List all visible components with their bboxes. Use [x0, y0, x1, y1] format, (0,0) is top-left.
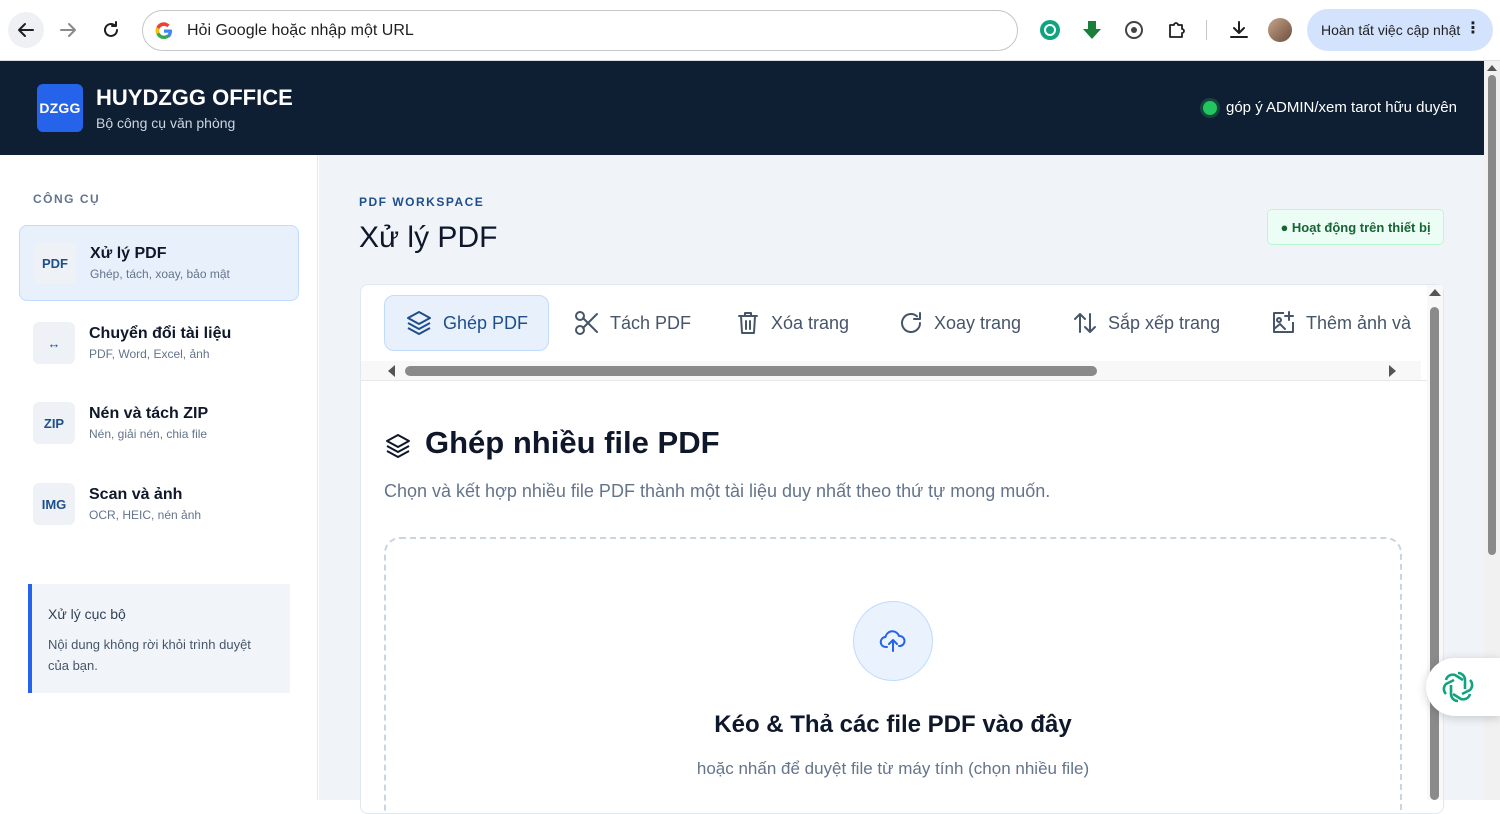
sidebar-item-desc: PDF, Word, Excel, ảnh [89, 347, 210, 361]
rotate-icon [901, 312, 921, 333]
scrollbar-thumb[interactable] [1430, 307, 1439, 800]
toolbar-divider [1206, 20, 1207, 40]
profile-avatar[interactable] [1268, 18, 1292, 42]
arrow-left-icon [18, 23, 34, 37]
layers-icon [386, 434, 410, 458]
scrollbar-thumb[interactable] [405, 366, 1097, 376]
tab-rotate-pages[interactable]: Xoay trang [898, 295, 1021, 351]
tab-split-pdf[interactable]: Tách PDF [574, 295, 691, 351]
page-eyebrow: PDF WORKSPACE [359, 195, 485, 209]
tab-delete-pages[interactable]: Xóa trang [735, 295, 849, 351]
pdf-dropzone[interactable]: Kéo & Thả các file PDF vào đây hoặc nhấn… [384, 537, 1402, 813]
openai-icon [1442, 671, 1474, 703]
reload-button[interactable] [93, 12, 129, 48]
scroll-up-icon[interactable] [1429, 289, 1441, 296]
update-button-label: Hoàn tất việc cập nhật [1321, 22, 1461, 38]
section-description: Chọn và kết hợp nhiều file PDF thành một… [384, 481, 1051, 501]
local-processing-note: Xử lý cục bộ Nội dung không rời khỏi trì… [28, 584, 290, 693]
scroll-up-icon[interactable] [1487, 65, 1497, 71]
app-subtitle: Bộ công cụ văn phòng [96, 115, 236, 131]
back-button[interactable] [8, 12, 44, 48]
openai-extension-icon[interactable] [1120, 16, 1148, 44]
trash-icon [738, 312, 758, 334]
status-dot-icon [1203, 101, 1217, 115]
app-title: HUYDZGG OFFICE [96, 85, 293, 110]
sidebar-heading: CÔNG CỤ [33, 192, 101, 206]
sidebar-item-zip[interactable]: ZIP Nén và tách ZIP Nén, giải nén, chia … [19, 386, 299, 462]
cloud-upload-icon [879, 630, 906, 652]
convert-arrows-icon: ↔ [33, 322, 75, 364]
upload-button[interactable] [853, 601, 933, 681]
floating-chatgpt-button[interactable] [1426, 658, 1500, 716]
sidebar-item-desc: Nén, giải nén, chia file [89, 427, 208, 441]
scroll-right-icon[interactable] [1389, 365, 1396, 377]
forward-button[interactable] [50, 12, 86, 48]
main-content: PDF WORKSPACE Xử lý PDF ● Hoạt động trên… [319, 155, 1484, 814]
sidebar: CÔNG CỤ PDF Xử lý PDF Ghép, tách, xoay, … [0, 155, 318, 800]
sidebar-item-title: Scan và ảnh [89, 486, 183, 503]
tab-label: Tách PDF [610, 312, 692, 333]
tab-label: Xoay trang [934, 312, 1022, 333]
note-body: Nội dung không rời khỏi trình duyệt của … [48, 637, 251, 673]
zip-badge-icon: ZIP [33, 402, 75, 444]
arrow-right-icon [60, 23, 76, 37]
note-title: Xử lý cục bộ [48, 606, 126, 622]
dropzone-title: Kéo & Thả các file PDF vào đây [714, 711, 1072, 738]
scissors-icon [575, 311, 598, 335]
chatgpt-extension-icon[interactable] [1036, 16, 1064, 44]
puzzle-extensions-icon[interactable] [1163, 16, 1191, 44]
pdf-tool-card: Ghép PDF Tách PDF Xóa trang Xoay trang S… [360, 284, 1444, 814]
sidebar-item-title: Nén và tách ZIP [89, 405, 209, 422]
tab-add-image[interactable]: Thêm ảnh và [1270, 295, 1411, 351]
sidebar-item-pdf[interactable]: PDF Xử lý PDF Ghép, tách, xoay, bảo mật [19, 225, 299, 301]
sidebar-item-desc: OCR, HEIC, nén ảnh [89, 508, 202, 522]
tab-label: Sắp xếp trang [1108, 312, 1221, 333]
download-green-extension-icon[interactable] [1078, 16, 1106, 44]
image-plus-icon [1273, 311, 1294, 333]
page-title: Xử lý PDF [359, 221, 498, 254]
dropzone-subtitle: hoặc nhấn để duyệt file từ máy tính (chọ… [696, 759, 1090, 778]
sort-arrows-icon [1074, 313, 1096, 333]
tool-tabs: Ghép PDF Tách PDF Xóa trang Xoay trang S… [361, 285, 1429, 381]
reload-icon [104, 21, 118, 37]
scrollbar-thumb[interactable] [1488, 75, 1496, 555]
sidebar-item-desc: Ghép, tách, xoay, bảo mật [90, 267, 230, 281]
sidebar-item-title: Chuyển đổi tài liệu [89, 325, 232, 342]
update-button[interactable]: Hoàn tất việc cập nhật ⋮ [1307, 9, 1493, 51]
status-badge: ● Hoạt động trên thiết bị [1267, 209, 1444, 245]
tab-merge-pdf[interactable]: Ghép PDF [384, 295, 550, 351]
app-header: DZGG HUYDZGG OFFICE Bộ công cụ văn phòng… [0, 61, 1484, 155]
feedback-link[interactable]: góp ý ADMIN/xem tarot hữu duyên [1226, 99, 1457, 116]
card-vertical-scrollbar[interactable] [1427, 285, 1443, 800]
address-bar-text: Hỏi Google hoặc nhập một URL [187, 22, 414, 39]
google-icon [155, 22, 172, 40]
address-bar[interactable]: Hỏi Google hoặc nhập một URL [142, 10, 1018, 51]
tab-label: Thêm ảnh và [1306, 312, 1412, 333]
sidebar-item-convert[interactable]: ↔ Chuyển đổi tài liệu PDF, Word, Excel, … [19, 306, 299, 382]
pdf-badge-icon: PDF [34, 242, 76, 284]
sidebar-item-scan[interactable]: IMG Scan và ảnh OCR, HEIC, nén ảnh [19, 467, 299, 543]
downloads-icon[interactable] [1225, 16, 1253, 44]
browser-toolbar: Hỏi Google hoặc nhập một URL Hoàn tất vi… [0, 0, 1500, 61]
tabs-horizontal-scrollbar[interactable] [361, 361, 1421, 380]
section-title: Ghép nhiều file PDF [425, 425, 720, 460]
sidebar-item-title: Xử lý PDF [90, 245, 167, 262]
tab-reorder-pages[interactable]: Sắp xếp trang [1072, 295, 1220, 351]
scroll-left-icon[interactable] [388, 365, 395, 377]
tab-label: Ghép PDF [443, 312, 529, 333]
more-menu-icon[interactable]: ⋮ [1465, 21, 1481, 37]
app-logo: DZGG [37, 84, 83, 132]
layers-icon [407, 311, 431, 335]
tab-label: Xóa trang [771, 312, 850, 333]
img-badge-icon: IMG [33, 483, 75, 525]
